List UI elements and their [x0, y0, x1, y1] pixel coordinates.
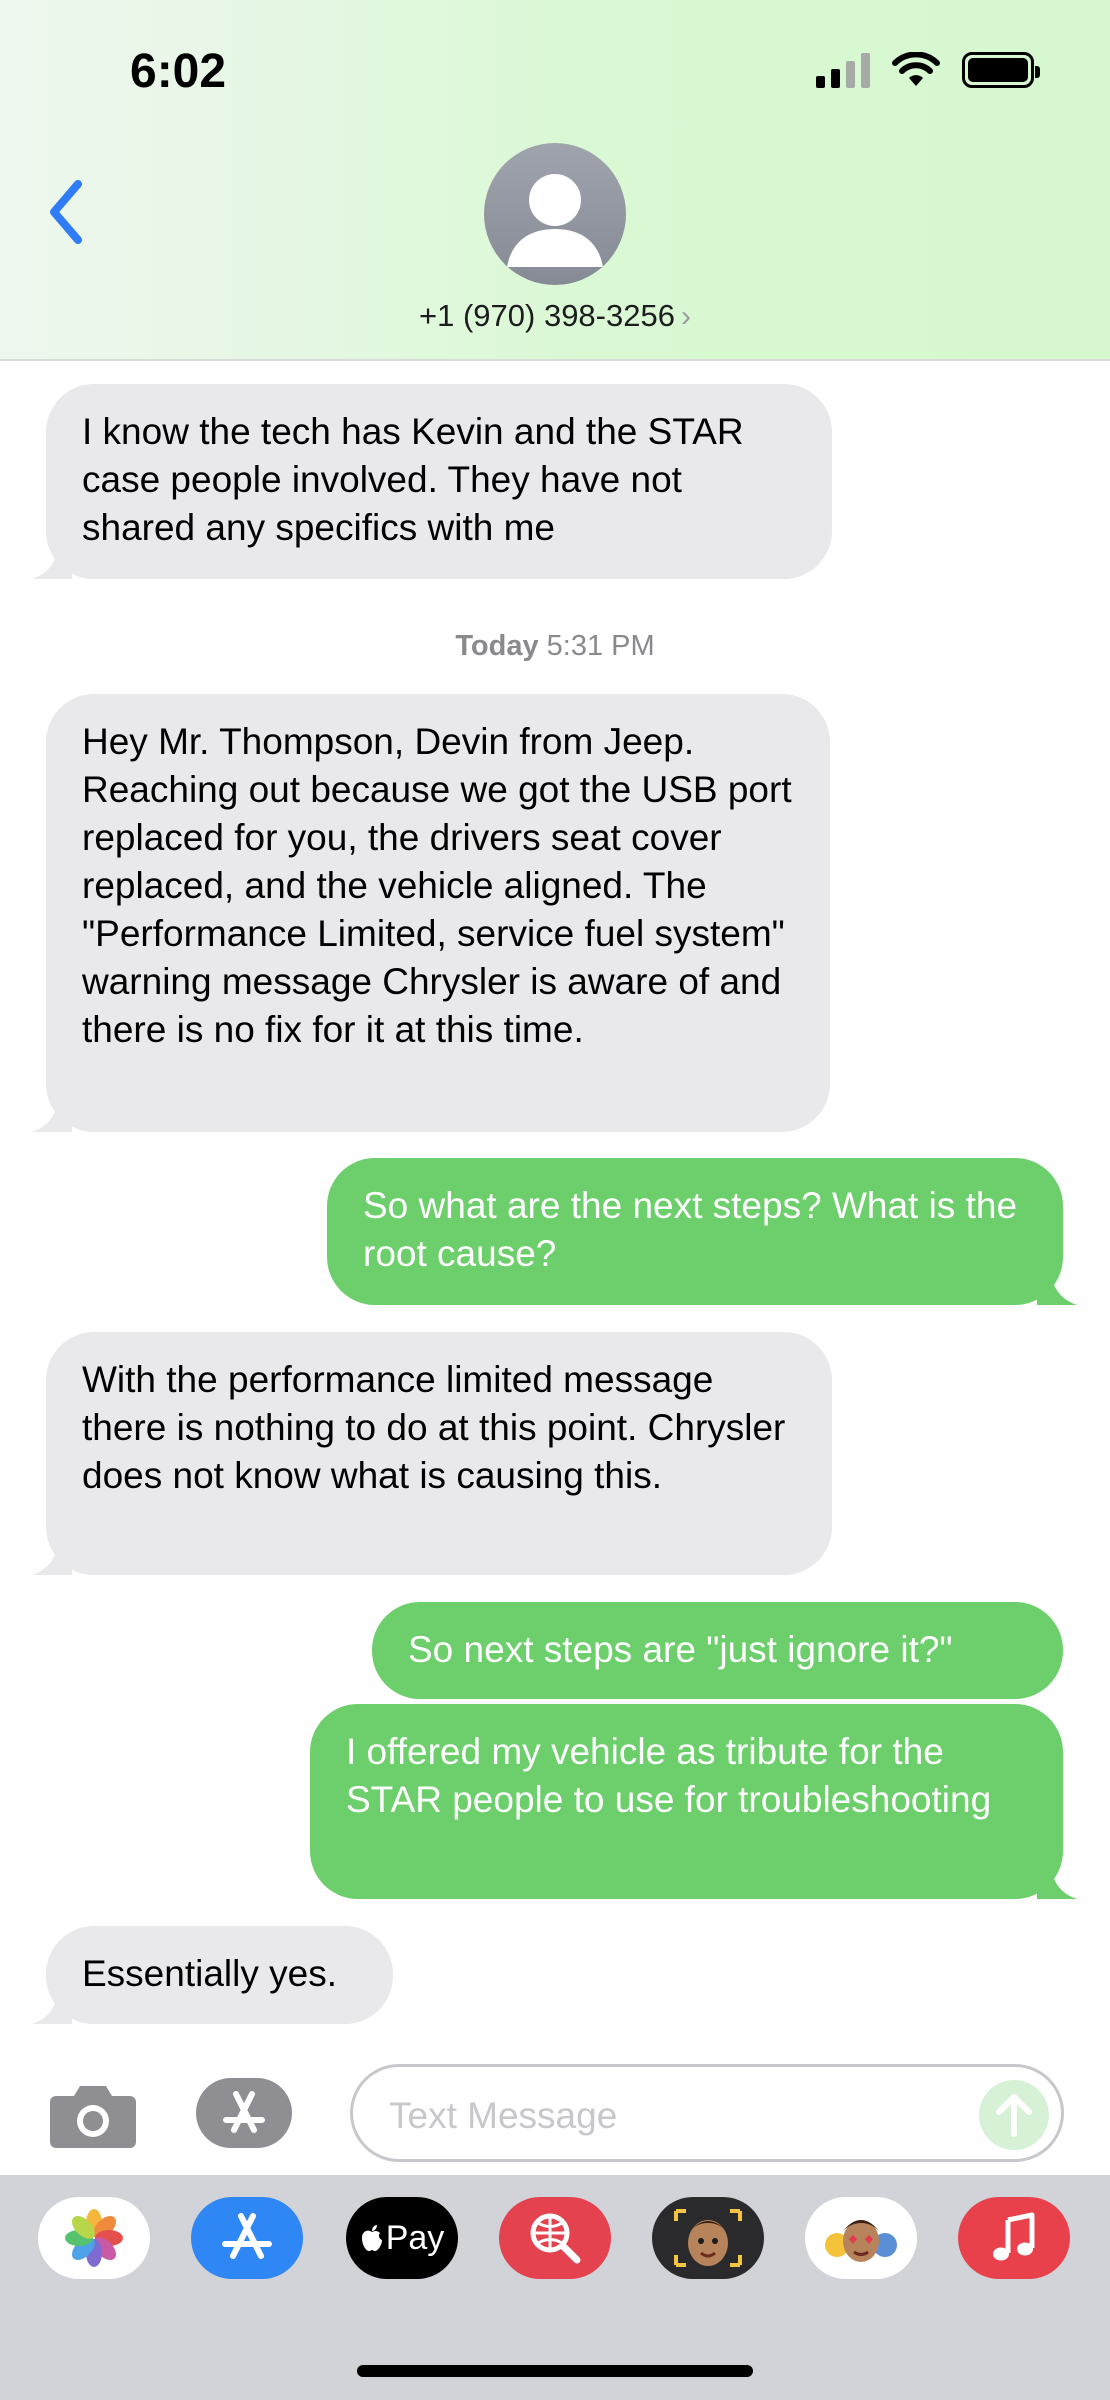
message-incoming[interactable]: Hey Mr. Thompson, Devin from Jeep. Reach…: [32, 694, 830, 1132]
memoji-stickers-icon[interactable]: [805, 2197, 917, 2279]
memoji-camera-icon[interactable]: [652, 2197, 764, 2279]
message-incoming[interactable]: With the performance limited message the…: [32, 1332, 832, 1575]
conversation-header: 6:02 +1 (970) 398-3256 ›: [0, 0, 1110, 361]
app-store-drawer-icon[interactable]: [196, 2078, 304, 2148]
message-outgoing[interactable]: So next steps are "just ignore it?": [372, 1602, 1063, 1699]
home-indicator[interactable]: [357, 2365, 753, 2377]
back-chevron-icon[interactable]: [40, 172, 100, 252]
music-icon[interactable]: [958, 2197, 1070, 2279]
send-button[interactable]: [979, 2080, 1049, 2150]
imessage-app-drawer: Pay: [0, 2175, 1110, 2400]
message-outgoing[interactable]: So what are the next steps? What is the …: [327, 1158, 1077, 1305]
person-icon: [507, 174, 603, 267]
app-store-icon[interactable]: [191, 2197, 303, 2279]
photos-app-icon[interactable]: [38, 2197, 150, 2279]
contact-avatar[interactable]: [484, 143, 626, 285]
status-icons: [816, 52, 1040, 88]
contact-chevron-icon: ›: [680, 300, 691, 333]
message-incoming[interactable]: Essentially yes.: [32, 1926, 393, 2024]
wifi-icon: [892, 52, 940, 86]
apple-logo-icon: [361, 2225, 382, 2251]
message-input[interactable]: Text Message: [350, 2064, 1064, 2162]
battery-icon: [962, 52, 1040, 88]
message-outgoing[interactable]: I offered my vehicle as tribute for the …: [310, 1704, 1077, 1899]
web-search-icon[interactable]: [499, 2197, 611, 2279]
cellular-signal-icon: [816, 52, 870, 88]
message-timestamp: Today 5:31 PM: [455, 630, 655, 662]
contact-name[interactable]: +1 (970) 398-3256 ›: [0, 298, 1110, 334]
arrow-up-icon: [996, 2094, 1032, 2137]
status-time: 6:02: [130, 45, 227, 98]
message-incoming[interactable]: I know the tech has Kevin and the STAR c…: [32, 384, 832, 579]
apple-pay-icon[interactable]: Pay: [346, 2197, 458, 2279]
camera-icon[interactable]: [50, 2080, 136, 2148]
compose-bar: Text Message: [0, 2040, 1110, 2175]
